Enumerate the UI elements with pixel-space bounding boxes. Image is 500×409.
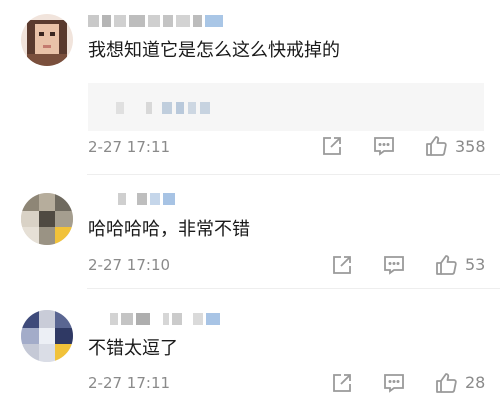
username-masked[interactable] (88, 14, 223, 28)
comment-text: 我想知道它是怎么这么快戒掉的 (88, 40, 340, 61)
reply-preview[interactable] (88, 83, 484, 131)
username-masked[interactable] (118, 192, 175, 206)
share-icon[interactable] (320, 134, 344, 158)
comment-item: 哈哈哈哈，非常不错 2-27 17:10 53 (0, 174, 500, 288)
comment-text: 不错太逗了 (88, 338, 178, 359)
like-count: 28 (465, 373, 486, 392)
thumbs-up-icon[interactable] (424, 134, 448, 158)
username-masked[interactable] (110, 312, 220, 326)
comment-time: 2-27 17:10 (88, 256, 171, 274)
avatar[interactable] (21, 310, 73, 362)
comment-time: 2-27 17:11 (88, 374, 171, 392)
thumbs-up-icon[interactable] (434, 371, 458, 395)
comment-icon[interactable] (382, 253, 406, 277)
share-icon[interactable] (330, 253, 354, 277)
comment-feed: 我想知道它是怎么这么快戒掉的 2-27 17:11 358 哈哈哈哈，非常不错 … (0, 0, 500, 409)
comment-text: 哈哈哈哈，非常不错 (88, 219, 250, 240)
comment-icon[interactable] (382, 371, 406, 395)
share-icon[interactable] (330, 371, 354, 395)
like-count: 53 (465, 255, 486, 274)
comment-item: 我想知道它是怎么这么快戒掉的 2-27 17:11 358 (0, 0, 500, 174)
thumbs-up-icon[interactable] (434, 253, 458, 277)
avatar[interactable] (21, 193, 73, 245)
like-count: 358 (455, 137, 486, 156)
comment-item: 不错太逗了 2-27 17:11 28 (0, 288, 500, 409)
comment-time: 2-27 17:11 (88, 138, 171, 156)
comment-icon[interactable] (372, 134, 396, 158)
avatar[interactable] (21, 14, 73, 66)
reply-masked-text (116, 102, 210, 114)
